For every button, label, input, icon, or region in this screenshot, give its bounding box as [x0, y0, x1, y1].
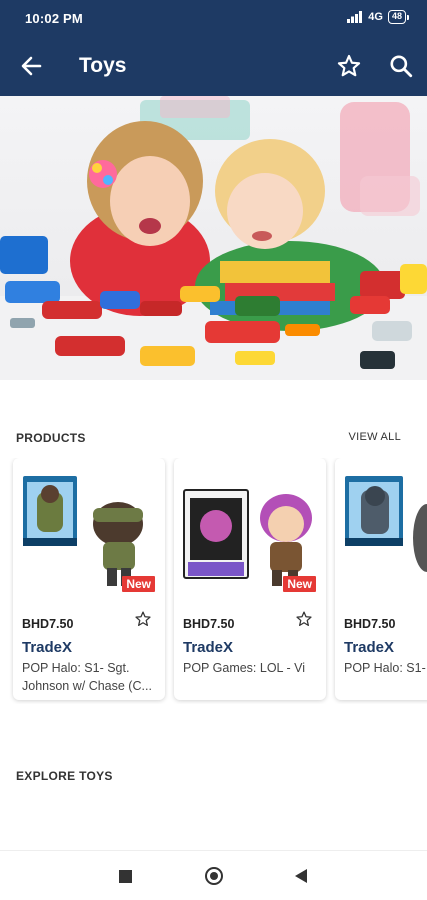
product-name: POP Halo: S1- Sgt. Johnson w/ Chase (C..…: [22, 661, 152, 693]
page-title: Toys: [79, 54, 127, 77]
status-time: 10:02 PM: [25, 11, 83, 26]
new-badge: New: [122, 576, 155, 592]
explore-section-title: EXPLORE TOYS: [16, 769, 113, 783]
product-image: [345, 476, 427, 572]
system-nav-bar: [0, 850, 427, 900]
signal-icon: [347, 11, 363, 23]
product-card[interactable]: New BHD7.50 TradeX POP Halo: S1- Sgt. Jo…: [13, 458, 165, 700]
product-name: POP Games: LOL - Vi: [183, 661, 306, 675]
search-icon[interactable]: [388, 53, 414, 79]
status-bar: 10:02 PM 4G 48: [0, 0, 427, 38]
product-name: POP Halo: S1-: [344, 661, 426, 675]
product-price: BHD7.50: [22, 617, 74, 631]
product-seller: TradeX: [344, 639, 395, 656]
product-price: BHD7.50: [183, 617, 235, 631]
banner-image: [0, 96, 427, 380]
view-all-link[interactable]: VIEW ALL: [348, 431, 401, 443]
app-header: 10:02 PM 4G 48 Toys: [0, 0, 427, 96]
products-carousel[interactable]: New BHD7.50 TradeX POP Halo: S1- Sgt. Jo…: [0, 458, 427, 704]
battery-level: 48: [387, 10, 406, 24]
nav-back-button[interactable]: [295, 869, 307, 883]
product-seller: TradeX: [183, 639, 234, 656]
category-banner[interactable]: [0, 96, 427, 380]
back-arrow-icon[interactable]: [18, 53, 46, 79]
products-section-title: PRODUCTS: [16, 431, 86, 445]
recent-apps-button[interactable]: [119, 870, 132, 883]
new-badge: New: [283, 576, 316, 592]
battery-icon: 48: [387, 10, 409, 24]
product-seller: TradeX: [22, 639, 73, 656]
product-card[interactable]: New BHD7.50 TradeX POP Games: LOL - Vi: [174, 458, 326, 700]
star-icon[interactable]: [336, 53, 362, 79]
product-card[interactable]: BHD7.50 TradeX POP Halo: S1-: [335, 458, 427, 700]
network-type: 4G: [368, 11, 383, 23]
status-icons: 4G 48: [347, 10, 409, 24]
home-button[interactable]: [205, 867, 223, 885]
favorite-star-icon[interactable]: [134, 610, 152, 628]
favorite-star-icon[interactable]: [295, 610, 313, 628]
product-price: BHD7.50: [344, 617, 396, 631]
